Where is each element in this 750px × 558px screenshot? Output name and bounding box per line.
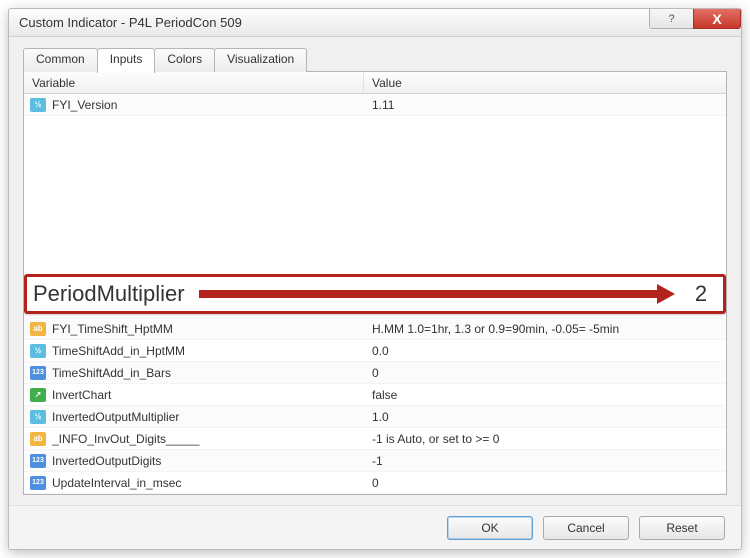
row-value-cell[interactable]: -1 is Auto, or set to >= 0 (364, 432, 726, 446)
row-value-cell[interactable]: 1.0 (364, 410, 726, 424)
row-variable-cell: 123 UpdateInterval_in_msec (24, 476, 364, 490)
row-variable-name: FYI_Version (52, 98, 117, 112)
reset-button[interactable]: Reset (639, 516, 725, 540)
table-row[interactable]: 123 UpdateInterval_in_msec 0 (24, 472, 726, 494)
row-value-cell[interactable]: 0 (364, 366, 726, 380)
row-variable-name: InvertedOutputDigits (52, 454, 161, 468)
window-buttons: ? X (649, 9, 741, 36)
table-row[interactable]: ab _INFO_InvOut_Digits_____ -1 is Auto, or… (24, 428, 726, 450)
row-variable-name: InvertChart (52, 388, 111, 402)
table-rows-bottom: ab FYI_TimeShift_HptMM H.MM 1.0=1hr, 1.3 o… (24, 318, 726, 494)
v2-type-icon: ½ (30, 344, 46, 358)
row-variable-cell: 123 InvertedOutputDigits (24, 454, 364, 468)
arrow-icon (199, 288, 675, 300)
title-bar: Custom Indicator - P4L PeriodCon 509 ? X (9, 9, 741, 37)
table-header: Variable Value (24, 72, 726, 94)
callout-label: PeriodMultiplier (33, 281, 185, 307)
close-icon: X (712, 11, 721, 27)
row-variable-name: TimeShiftAdd_in_HptMM (52, 344, 185, 358)
row-variable-name: FYI_TimeShift_HptMM (52, 322, 173, 336)
highlight-callout: PeriodMultiplier 2 (24, 274, 726, 314)
row-variable-name: _INFO_InvOut_Digits_____ (52, 432, 199, 446)
close-button[interactable]: X (693, 9, 741, 29)
table-row[interactable]: ↗ InvertChart false (24, 384, 726, 406)
dialog-window: Custom Indicator - P4L PeriodCon 509 ? X… (8, 8, 742, 550)
button-label: Cancel (567, 521, 604, 535)
row-variable-cell: ↗ InvertChart (24, 388, 364, 402)
help-icon: ? (668, 13, 674, 25)
tab-colors[interactable]: Colors (154, 48, 215, 72)
row-variable-name: TimeShiftAdd_in_Bars (52, 366, 171, 380)
button-label: OK (481, 521, 498, 535)
dialog-body: Common Inputs Colors Visualization Varia… (9, 37, 741, 505)
table-row[interactable]: ½ FYI_Version 1.11 (24, 94, 726, 116)
table-row[interactable]: ½ InvertedOutputMultiplier 1.0 (24, 406, 726, 428)
n123-type-icon: 123 (30, 476, 46, 490)
button-label: Reset (666, 521, 697, 535)
table-row[interactable]: ½ TimeShiftAdd_in_HptMM 0.0 (24, 340, 726, 362)
tab-bar: Common Inputs Colors Visualization (23, 47, 727, 71)
ab-type-icon: ab (30, 322, 46, 336)
tab-label: Common (36, 52, 85, 66)
row-variable-cell: ½ FYI_Version (24, 98, 364, 112)
callout-value: 2 (689, 281, 713, 307)
row-variable-name: UpdateInterval_in_msec (52, 476, 181, 490)
header-value[interactable]: Value (364, 76, 726, 90)
row-variable-cell: 123 TimeShiftAdd_in_Bars (24, 366, 364, 380)
row-variable-cell: ½ InvertedOutputMultiplier (24, 410, 364, 424)
row-variable-cell: ab FYI_TimeShift_HptMM (24, 322, 364, 336)
tab-label: Inputs (110, 52, 143, 66)
n123-type-icon: 123 (30, 366, 46, 380)
row-value-cell[interactable]: H.MM 1.0=1hr, 1.3 or 0.9=90min, -0.05= -… (364, 322, 726, 336)
v2-type-icon: ½ (30, 98, 46, 112)
header-variable[interactable]: Variable (24, 72, 364, 93)
tab-visualization[interactable]: Visualization (214, 48, 307, 72)
row-variable-cell: ½ TimeShiftAdd_in_HptMM (24, 344, 364, 358)
cancel-button[interactable]: Cancel (543, 516, 629, 540)
tab-inputs[interactable]: Inputs (97, 48, 156, 73)
ab-type-icon: ab (30, 432, 46, 446)
row-value-cell[interactable]: 1.11 (364, 98, 726, 112)
table-rows-top: ½ FYI_Version 1.11 (24, 94, 726, 270)
help-button[interactable]: ? (649, 9, 693, 29)
row-value-cell[interactable]: 0.0 (364, 344, 726, 358)
row-value-cell[interactable]: -1 (364, 454, 726, 468)
row-value-cell[interactable]: 0 (364, 476, 726, 490)
tab-common[interactable]: Common (23, 48, 98, 72)
row-variable-name: InvertedOutputMultiplier (52, 410, 179, 424)
ok-button[interactable]: OK (447, 516, 533, 540)
inputs-pane: Variable Value ½ FYI_Version 1.11 PeriodMu… (23, 71, 727, 495)
n123-type-icon: 123 (30, 454, 46, 468)
table-row[interactable]: 123 InvertedOutputDigits -1 (24, 450, 726, 472)
table-row[interactable]: ab FYI_TimeShift_HptMM H.MM 1.0=1hr, 1.3 o… (24, 318, 726, 340)
table-row[interactable]: 123 TimeShiftAdd_in_Bars 0 (24, 362, 726, 384)
button-bar: OK Cancel Reset (9, 505, 741, 549)
row-variable-cell: ab _INFO_InvOut_Digits_____ (24, 432, 364, 446)
arr-type-icon: ↗ (30, 388, 46, 402)
window-title: Custom Indicator - P4L PeriodCon 509 (19, 15, 649, 30)
tab-label: Colors (167, 52, 202, 66)
row-value-cell[interactable]: false (364, 388, 726, 402)
v2-type-icon: ½ (30, 410, 46, 424)
tab-label: Visualization (227, 52, 294, 66)
